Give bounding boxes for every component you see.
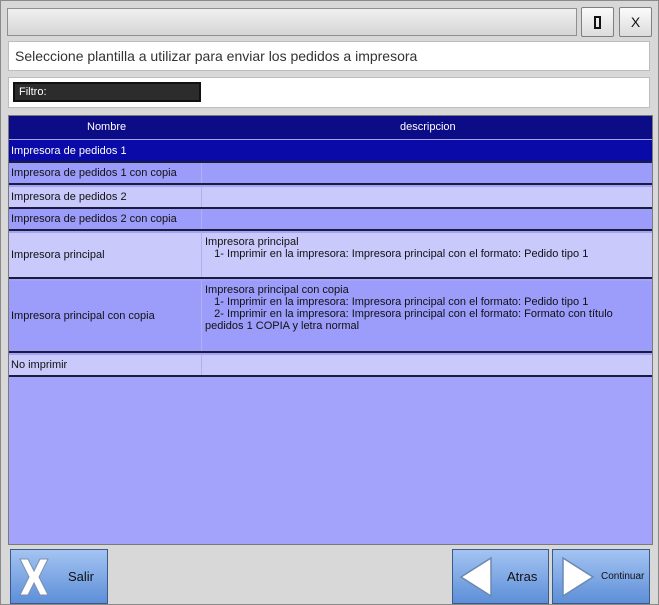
table-row[interactable]: Impresora de pedidos 2 — [9, 187, 652, 209]
instruction-text: Seleccione plantilla a utilizar para env… — [8, 41, 650, 71]
title-bar[interactable] — [7, 8, 577, 36]
arrow-right-icon — [562, 556, 595, 598]
continue-button[interactable]: Continuar — [552, 549, 650, 604]
row-description: Impresora principal con copia 1- Imprimi… — [205, 284, 613, 332]
continue-label: Continuar — [601, 571, 645, 582]
grid-header: Nombre descripcion — [9, 116, 652, 139]
row-name: Impresora de pedidos 2 con copia — [11, 213, 177, 225]
row-description: Impresora principal 1- Imprimir en la im… — [205, 236, 589, 260]
table-row[interactable]: Impresora de pedidos 2 con copia — [9, 209, 652, 231]
exit-label: Salir — [68, 569, 95, 584]
table-row[interactable]: No imprimir — [9, 355, 652, 377]
exit-x-icon — [19, 558, 49, 596]
table-row[interactable]: Impresora de pedidos 1 — [9, 140, 652, 163]
maximize-button[interactable] — [581, 7, 614, 37]
filter-input[interactable]: Filtro: — [13, 82, 201, 102]
row-name: No imprimir — [11, 359, 68, 371]
column-header-nombre[interactable]: Nombre — [87, 121, 126, 133]
row-name: Impresora principal — [11, 249, 105, 261]
table-row[interactable]: Impresora principal con copia Impresora … — [9, 281, 652, 353]
template-grid[interactable]: Nombre descripcion Impresora de pedidos … — [8, 115, 653, 545]
exit-button[interactable]: Salir — [10, 549, 108, 604]
row-name: Impresora de pedidos 2 — [11, 191, 127, 203]
table-row[interactable]: Impresora de pedidos 1 con copia — [9, 163, 652, 185]
close-button[interactable]: X — [619, 7, 652, 37]
row-name: Impresora de pedidos 1 — [11, 145, 127, 157]
back-button[interactable]: Atras — [452, 549, 549, 604]
column-header-descripcion[interactable]: descripcion — [400, 121, 456, 133]
row-name: Impresora de pedidos 1 con copia — [11, 167, 177, 179]
instruction-label: Seleccione plantilla a utilizar para env… — [15, 48, 418, 64]
close-icon: X — [630, 14, 641, 30]
back-label: Atras — [507, 569, 538, 584]
table-row[interactable]: Impresora principal Impresora principal … — [9, 233, 652, 279]
row-name: Impresora principal con copia — [11, 310, 155, 322]
filter-label: Filtro: — [19, 86, 47, 98]
filter-bar: Filtro: — [8, 77, 650, 108]
arrow-left-icon — [459, 556, 492, 598]
maximize-icon — [594, 15, 601, 29]
dialog-window: X Seleccione plantilla a utilizar para e… — [0, 0, 659, 605]
